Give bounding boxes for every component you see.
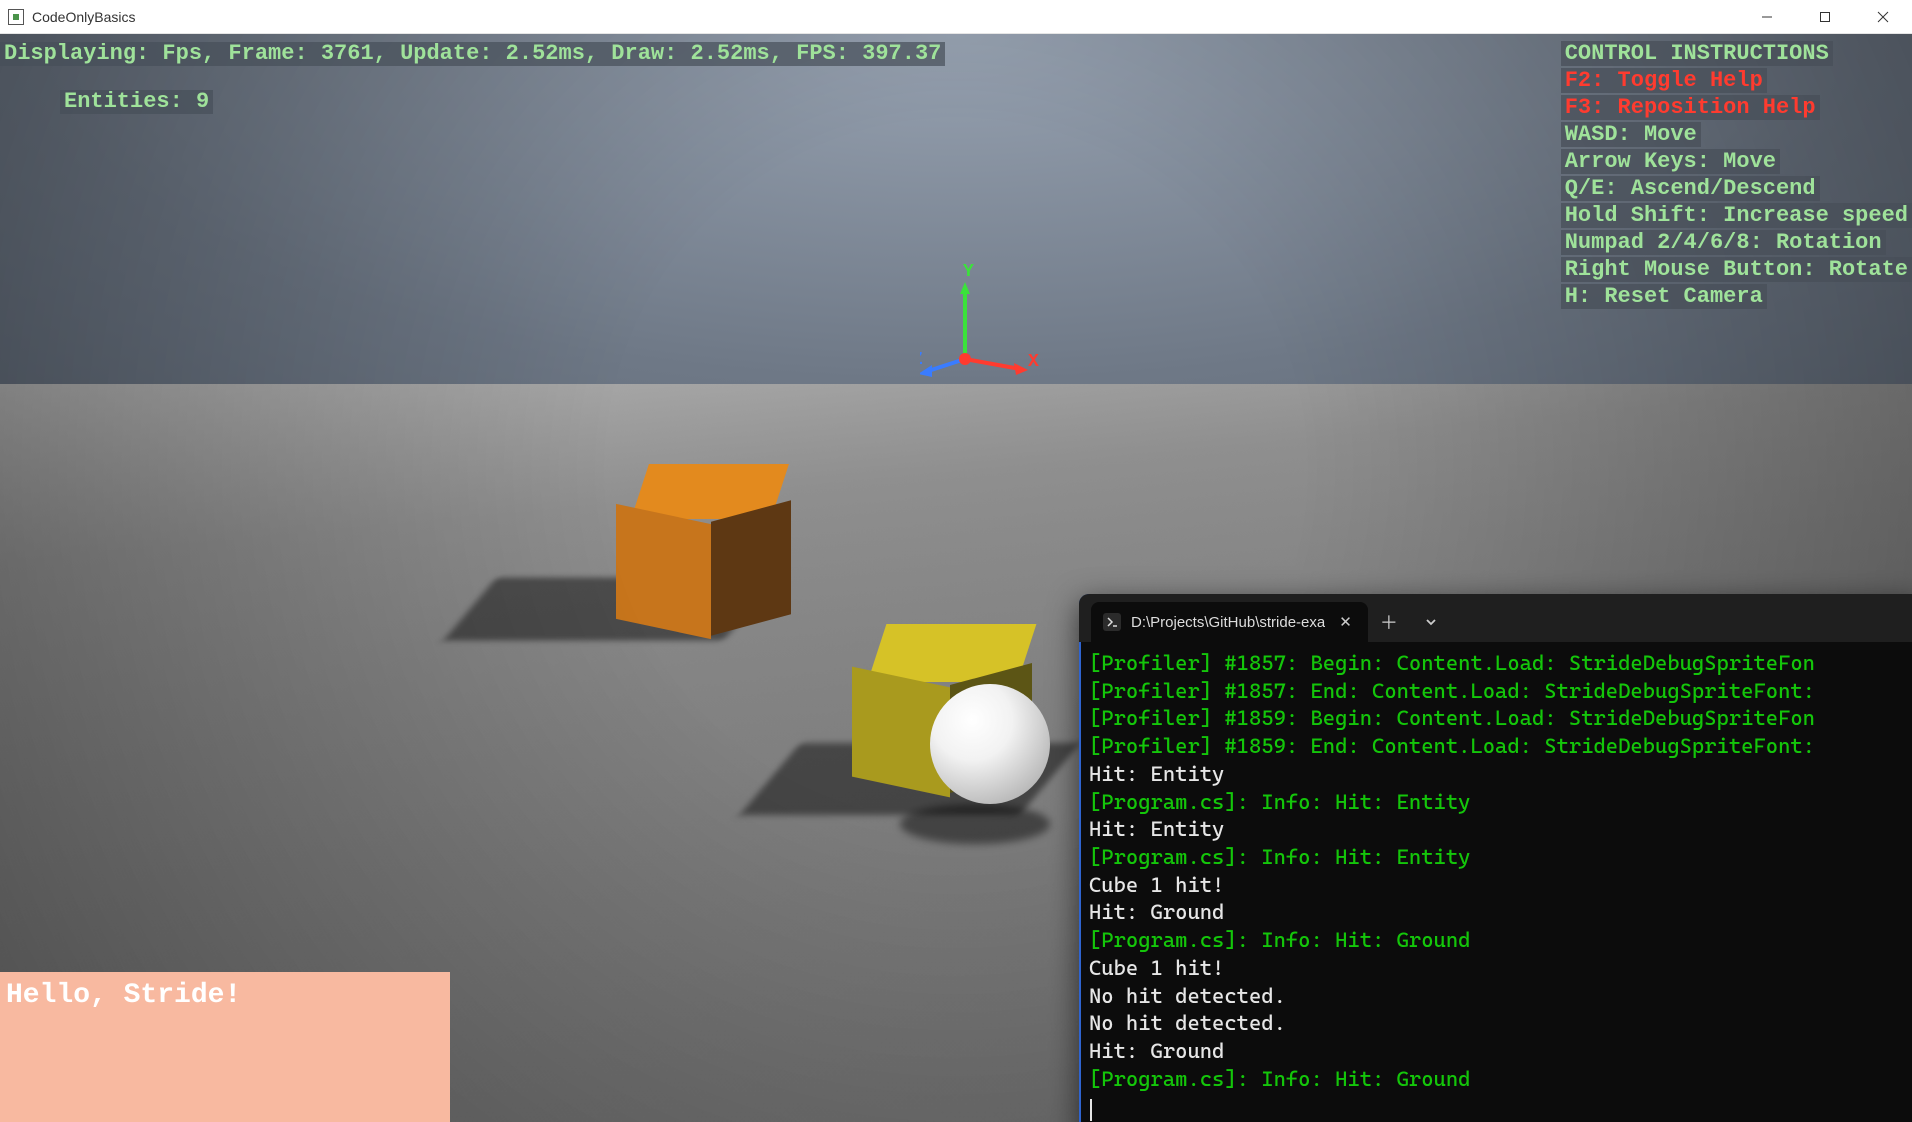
terminal-line: No hit detected.	[1089, 1010, 1912, 1038]
tab-dropdown-button[interactable]	[1410, 602, 1452, 642]
terminal-tab-bar: D:\Projects\GitHub\stride-exa ✕ ＋	[1079, 594, 1912, 642]
controls-help-panel: CONTROL INSTRUCTIONS F2: Toggle Help F3:…	[1561, 41, 1912, 309]
tab-close-button[interactable]: ✕	[1335, 611, 1356, 633]
maximize-button[interactable]	[1796, 0, 1854, 33]
terminal-line: Hit: Entity	[1089, 761, 1912, 789]
terminal-line: Cube 1 hit!	[1089, 955, 1912, 983]
terminal-line: No hit detected.	[1089, 983, 1912, 1011]
controls-f2: F2: Toggle Help	[1561, 68, 1767, 93]
entities-count: Entities: 9	[60, 90, 213, 114]
controls-title: CONTROL INSTRUCTIONS	[1561, 41, 1833, 66]
terminal-output[interactable]: [Profiler] #1857: Begin: Content.Load: S…	[1079, 642, 1912, 1122]
stats-overlay: Displaying: Fps, Frame: 3761, Update: 2.…	[0, 42, 945, 66]
window-title: CodeOnlyBasics	[32, 9, 136, 25]
window-titlebar[interactable]: CodeOnlyBasics	[0, 0, 1912, 34]
terminal-line: [Program.cs]: Info: Hit: Ground	[1089, 1066, 1912, 1094]
terminal-line: [Profiler] #1857: End: Content.Load: Str…	[1089, 678, 1912, 706]
app-icon	[8, 9, 24, 25]
terminal-icon	[1103, 613, 1121, 631]
terminal-line: [Profiler] #1859: Begin: Content.Load: S…	[1089, 705, 1912, 733]
controls-arrows: Arrow Keys: Move	[1561, 149, 1780, 174]
close-button[interactable]	[1854, 0, 1912, 33]
hello-text: Hello, Stride!	[6, 980, 444, 1011]
svg-text:X: X	[1028, 352, 1039, 372]
controls-h: H: Reset Camera	[1561, 284, 1767, 309]
svg-text:Y: Y	[963, 264, 974, 282]
terminal-line: Cube 1 hit!	[1089, 872, 1912, 900]
controls-rmb: Right Mouse Button: Rotate	[1561, 257, 1912, 282]
terminal-line: Hit: Ground	[1089, 899, 1912, 927]
terminal-line: [Program.cs]: Info: Hit: Ground	[1089, 927, 1912, 955]
terminal-window[interactable]: D:\Projects\GitHub\stride-exa ✕ ＋ [Profi…	[1079, 594, 1912, 1122]
minimize-button[interactable]	[1738, 0, 1796, 33]
svg-text:Z: Z	[920, 350, 923, 370]
terminal-tab[interactable]: D:\Projects\GitHub\stride-exa ✕	[1091, 602, 1368, 642]
controls-qe: Q/E: Ascend/Descend	[1561, 176, 1820, 201]
terminal-line: [Program.cs]: Info: Hit: Entity	[1089, 789, 1912, 817]
controls-wasd: WASD: Move	[1561, 122, 1701, 147]
axis-gizmo: Y X Z	[920, 264, 1040, 384]
controls-f3: F3: Reposition Help	[1561, 95, 1820, 120]
hello-panel: Hello, Stride!	[0, 972, 450, 1122]
window-controls	[1738, 0, 1912, 33]
game-viewport[interactable]: Y X Z Displaying: Fps, Frame: 3761, Upda…	[0, 34, 1912, 1122]
terminal-line: [Profiler] #1857: Begin: Content.Load: S…	[1089, 650, 1912, 678]
controls-numpad: Numpad 2/4/6/8: Rotation	[1561, 230, 1886, 255]
terminal-line: Hit: Entity	[1089, 816, 1912, 844]
terminal-cursor	[1089, 1094, 1912, 1122]
new-tab-button[interactable]: ＋	[1368, 602, 1410, 642]
terminal-line: Hit: Ground	[1089, 1038, 1912, 1066]
controls-shift: Hold Shift: Increase speed	[1561, 203, 1912, 228]
terminal-tab-title: D:\Projects\GitHub\stride-exa	[1131, 614, 1325, 631]
terminal-line: [Program.cs]: Info: Hit: Entity	[1089, 844, 1912, 872]
terminal-line: [Profiler] #1859: End: Content.Load: Str…	[1089, 733, 1912, 761]
